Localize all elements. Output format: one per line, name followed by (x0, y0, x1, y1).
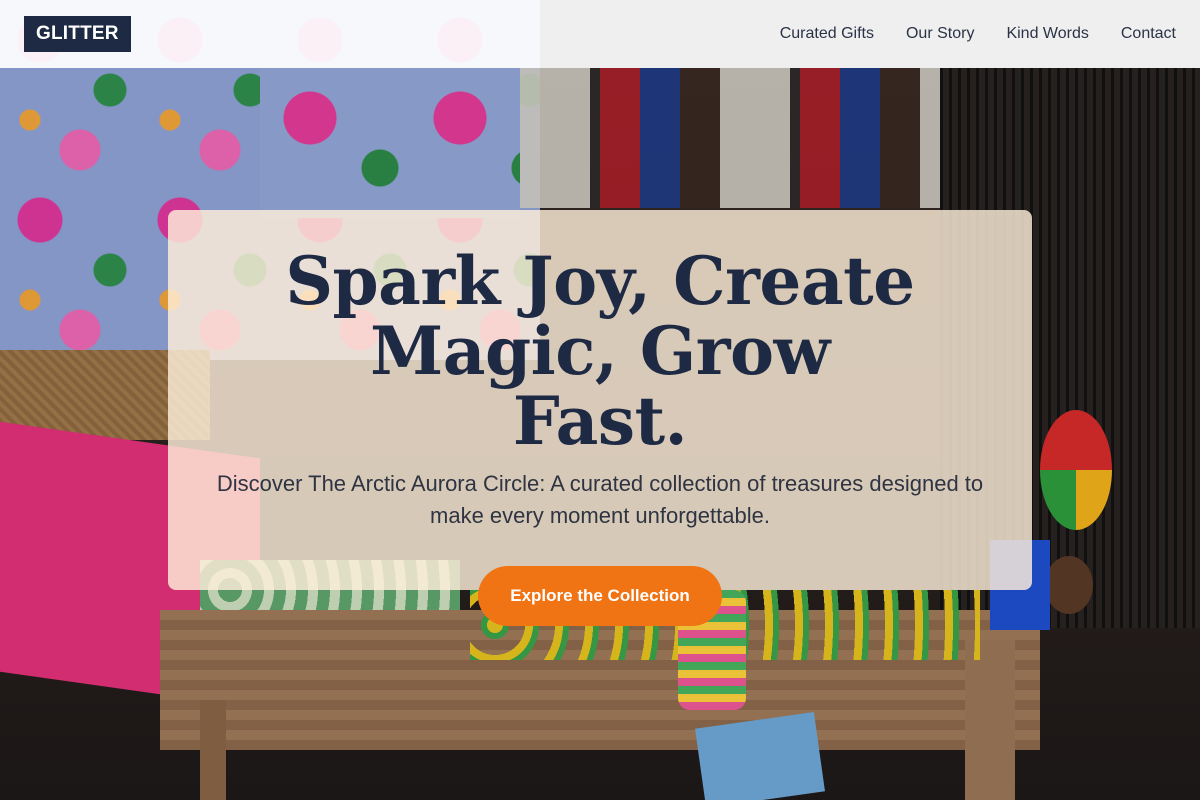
nav-link-curated-gifts[interactable]: Curated Gifts (780, 25, 874, 43)
logo[interactable]: GLITTER (24, 16, 131, 52)
explore-collection-button[interactable]: Explore the Collection (478, 566, 722, 626)
main-nav: Curated Gifts Our Story Kind Words Conta… (780, 25, 1176, 43)
nav-link-kind-words[interactable]: Kind Words (1006, 25, 1088, 43)
nav-link-our-story[interactable]: Our Story (906, 25, 974, 43)
site-header: GLITTER Curated Gifts Our Story Kind Wor… (0, 0, 1200, 68)
hero-title: Spark Joy, Create Magic, Grow Fast. (285, 242, 915, 460)
hero-subtitle: Discover The Arctic Aurora Circle: A cur… (216, 471, 984, 528)
hero-card: Spark Joy, Create Magic, Grow Fast. Disc… (168, 210, 1032, 626)
nav-link-contact[interactable]: Contact (1121, 25, 1176, 43)
